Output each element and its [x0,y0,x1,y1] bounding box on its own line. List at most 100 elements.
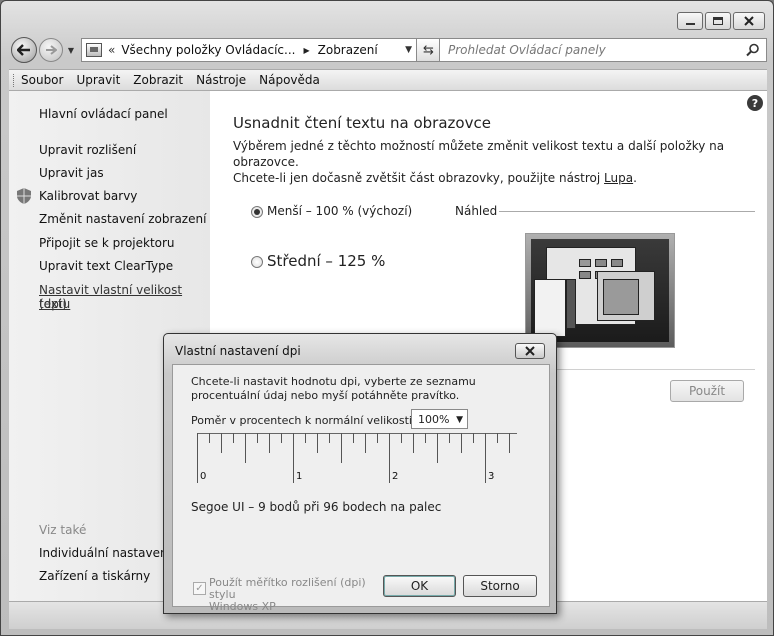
maximize-button[interactable] [705,12,731,30]
option-medium-label[interactable]: Střední – 125 % [267,252,385,270]
ruler-tick [329,433,330,443]
xp-scaling-label-line1: Použít měřítko rozlišení (dpi) stylu [209,576,366,601]
preview-tile [611,259,623,267]
ruler-tick [365,433,366,453]
ruler-tick [413,433,414,453]
ruler-tick [269,433,270,453]
search-placeholder: Prohledat Ovládací panely [448,43,606,57]
address-segment-all-items[interactable]: Všechny položky Ovládacíc... [121,43,295,57]
sidebar-item-display-settings[interactable]: Změnit nastavení zobrazení [39,212,206,226]
description-line1: Výběrem jedné z těchto možností můžete z… [233,139,725,169]
ratio-select[interactable]: 100% ▼ [411,409,468,429]
address-segment-display[interactable]: Zobrazení [318,43,378,57]
menu-bar: Soubor Upravit Zobrazit Nástroje Nápověd… [9,69,767,91]
minimize-button[interactable] [677,12,703,30]
ruler-tick [449,433,450,443]
ruler-tick [353,433,354,443]
sidebar-home-link[interactable]: Hlavní ovládací panel [39,107,168,121]
preview-tile [595,259,607,267]
address-dropdown-icon[interactable]: ▼ [405,45,412,55]
back-arrow-icon [17,44,30,56]
refresh-icon: ⇆ [423,42,434,58]
close-button[interactable] [733,12,765,30]
xp-scaling-checkbox[interactable]: ✓ [193,582,206,595]
preview-label: Náhled [455,204,498,218]
ruler-tick [221,433,222,453]
dialog-close-button[interactable] [515,343,545,359]
menu-nastroje[interactable]: Nástroje [196,73,246,87]
cancel-button[interactable]: Storno [463,575,537,597]
page-description: Výběrem jedné z těchto možností můžete z… [233,138,753,186]
ruler-tick [281,433,282,443]
sidebar-item-cleartype[interactable]: Upravit text ClearType [39,259,173,273]
ruler-tick [425,433,426,443]
menu-upravit[interactable]: Upravit [76,73,120,87]
radio-medium[interactable] [251,256,263,268]
preview-window-left [534,279,566,337]
ruler-tick [401,433,402,443]
ruler-tick [257,433,258,443]
ruler-tick [437,433,438,463]
ruler-tick [473,433,474,443]
xp-scaling-label-line2: Windows XP [209,600,276,613]
ruler-tick [209,433,210,443]
ruler-tick [197,433,198,483]
ratio-value: 100% [418,412,450,426]
see-also-heading: Viz také [39,523,87,537]
ok-button[interactable]: OK [383,575,456,597]
menu-zobrazit[interactable]: Zobrazit [133,73,183,87]
sidebar-item-resolution[interactable]: Upravit rozlišení [39,143,136,157]
back-button[interactable] [11,37,37,63]
refresh-button[interactable]: ⇆ [417,38,441,62]
address-overflow-chevron[interactable]: « [108,43,115,57]
description-line2: Chcete-li jen dočasně zvětšit část obraz… [233,171,605,185]
ruler-label: 3 [488,471,495,482]
chevron-down-icon: ▼ [456,415,463,425]
dialog-body: Chcete-li nastavit hodnotu dpi, vyberte … [172,364,550,613]
preview-divider [499,211,755,212]
apply-button[interactable]: Použít [670,380,744,402]
forward-button[interactable] [39,38,63,62]
custom-dpi-dialog: Vlastní nastavení dpi Chcete-li nastavit… [163,333,557,614]
sidebar-item-calibrate-color[interactable]: Kalibrovat barvy [39,189,137,203]
ruler-label: 1 [296,471,303,482]
xp-scaling-label[interactable]: Použít měřítko rozlišení (dpi) stylu Win… [209,577,389,613]
navigation-row: ▼ « Všechny položky Ovládacíc... ▶ Zobra… [11,37,767,63]
ruler-tick [509,433,510,453]
ruler-tick [293,433,294,483]
menu-grip [13,74,15,87]
preview-window-side [566,279,576,329]
control-panel-icon [86,43,102,57]
radio-smaller[interactable] [251,206,263,218]
sidebar-item-devices-printers[interactable]: Zařízení a tiskárny [39,569,150,583]
history-dropdown-icon[interactable]: ▼ [66,45,76,55]
search-icon[interactable] [746,43,760,57]
dialog-description: Chcete-li nastavit hodnotu dpi, vyberte … [191,375,476,402]
sidebar-item-projector[interactable]: Připojit se k projektoru [39,236,175,250]
ruler-tick [461,433,462,453]
preview-window-front-content [603,279,639,315]
dialog-title: Vlastní nastavení dpi [175,344,301,358]
help-icon[interactable]: ? [747,95,763,111]
option-smaller-label[interactable]: Menší – 100 % (výchozí) [267,204,412,218]
close-icon [525,346,535,356]
menu-napoveda[interactable]: Nápověda [259,73,320,87]
menu-soubor[interactable]: Soubor [21,73,63,87]
address-bar[interactable]: « Všechny položky Ovládacíc... ▶ Zobraze… [81,38,417,62]
ruler-tick [341,433,342,463]
magnifier-link[interactable]: Lupa [604,171,633,185]
preview-tile [579,259,591,267]
page-title: Usnadnit čtení textu na obrazovce [233,114,491,132]
sidebar-item-brightness[interactable]: Upravit jas [39,166,104,180]
sidebar-item-custom-dpi-line2[interactable]: (dpi) [39,297,67,311]
sidebar-item-personalization[interactable]: Individuální nastavení [39,546,171,560]
ruler-tick [245,433,246,463]
breadcrumb-arrow-icon[interactable]: ▶ [303,46,309,55]
search-input[interactable]: Prohledat Ovládací panely [439,38,767,62]
caption-buttons [677,12,765,30]
dpi-ruler[interactable]: 0 1 2 3 [197,433,517,485]
ruler-label: 0 [200,471,207,482]
preview-tile [579,271,591,279]
ruler-tick [317,433,318,453]
preview-image [525,233,675,348]
